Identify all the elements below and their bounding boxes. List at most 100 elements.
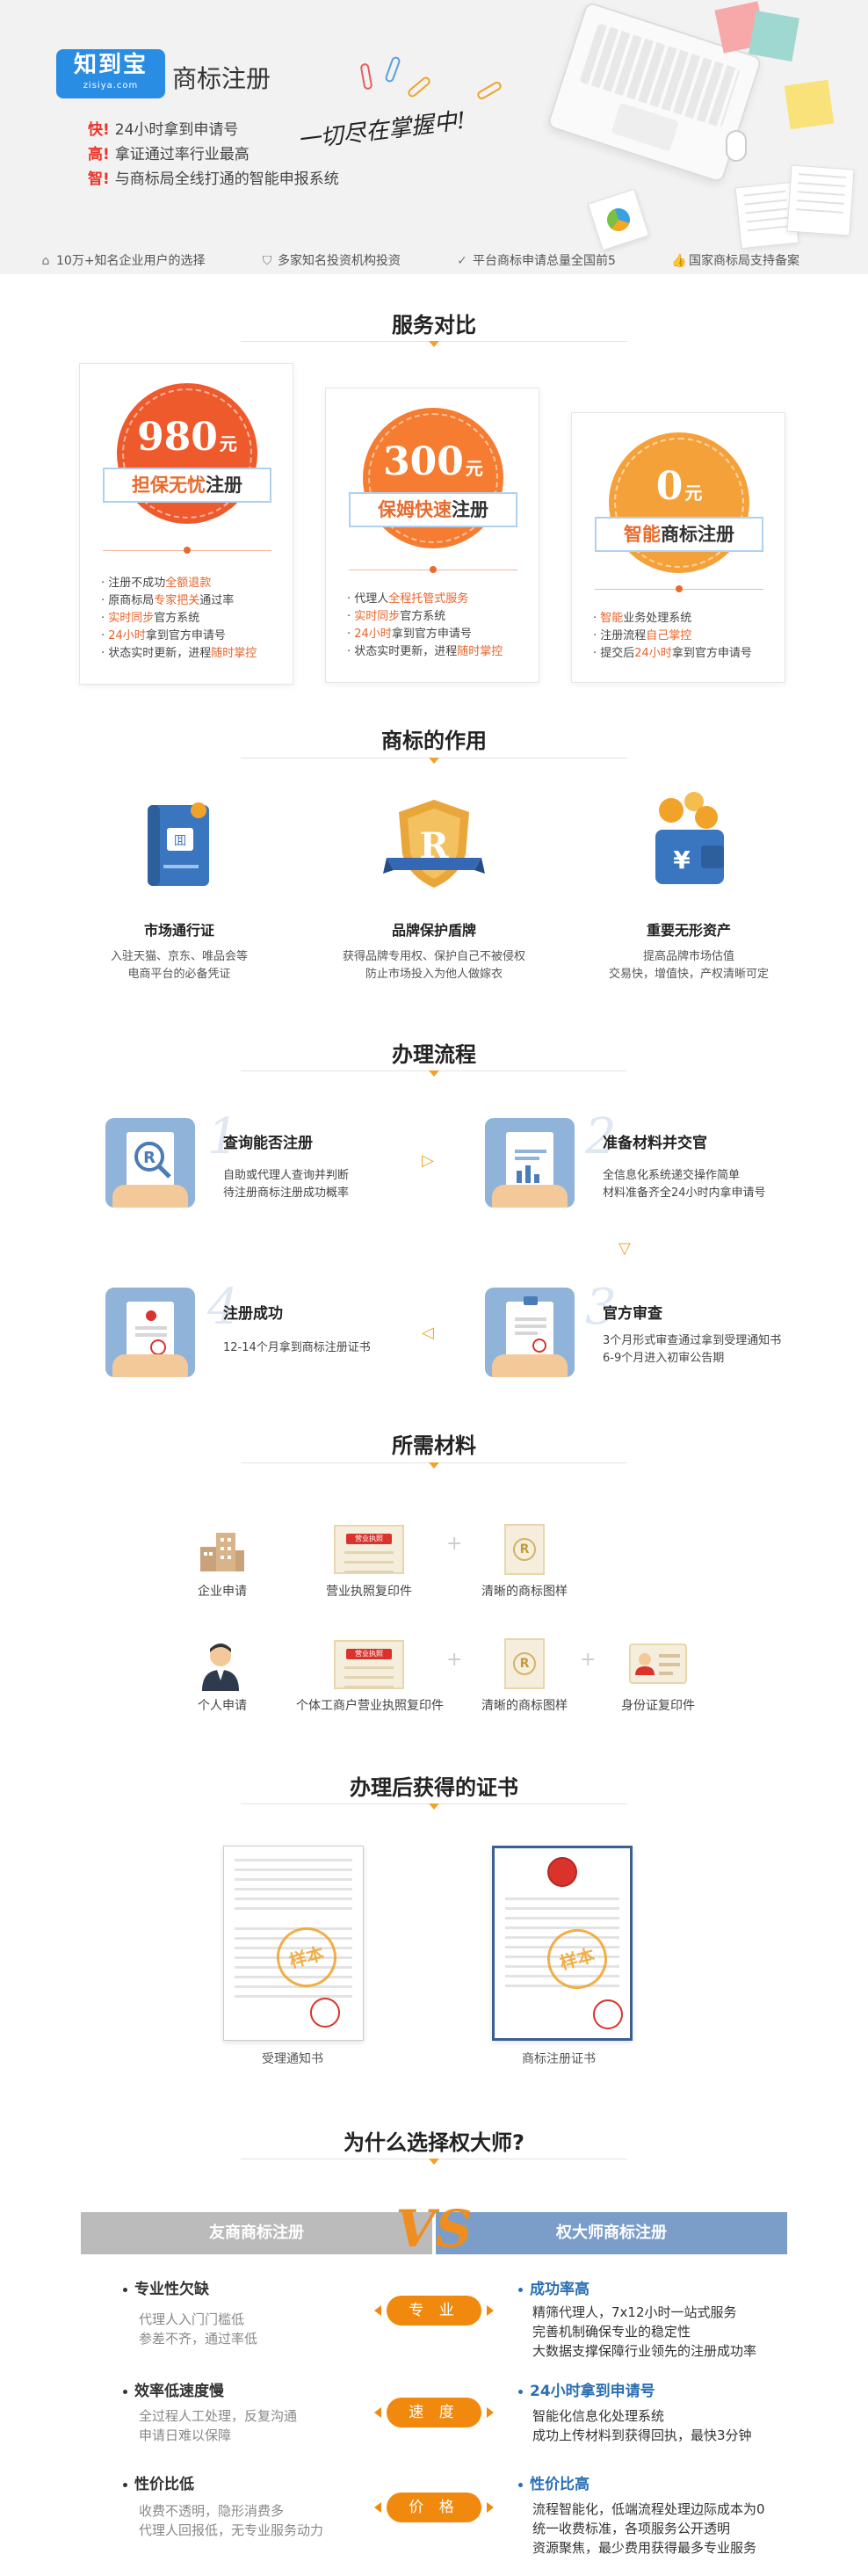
role-desc: 交易快，增值快，产权清晰可定 xyxy=(608,968,769,981)
step-desc: 12-14个月拿到商标注册证书 xyxy=(223,1341,371,1354)
trust-stat-text: 10万+知名企业用户的选择 xyxy=(56,254,206,268)
mouse-illustration xyxy=(726,130,747,162)
role-title: 市场通行证 xyxy=(143,922,214,939)
page-title: 商标注册 xyxy=(172,64,271,93)
role-item: 市场通行证 入驻天猫、京东、唯品会等 电商平台的必备凭证 xyxy=(74,918,285,983)
step-title: 注册成功 xyxy=(223,1305,283,1323)
service-feature: · 原商标局专家把关通过率 xyxy=(101,594,235,607)
our-point-desc: 智能化信息化处理系统 xyxy=(532,2408,665,2424)
document-chart-icon xyxy=(485,1118,575,1208)
material-label: 个体工商户营业执照复印件 xyxy=(296,1699,444,1713)
sticky-note-icon xyxy=(784,79,835,130)
official-seal-icon xyxy=(310,1998,340,2028)
trademark-image-icon: R xyxy=(504,1638,545,1689)
trust-stat: 👍 国家商标局支持备案 xyxy=(671,248,799,274)
service-card-980[interactable]: 980 元 担保无忧注册 · 注册不成功全额退款 · 原商标局专家把关通过率 · … xyxy=(79,363,293,685)
role-desc: 获得品牌专用权、保护自己不被侵权 xyxy=(342,950,525,963)
search-magnifier-icon: R xyxy=(105,1118,195,1208)
price-value: 980 元 xyxy=(137,415,237,460)
section-triangle-icon xyxy=(429,2159,439,2165)
selling-point: 智! 与商标局全线打通的智能申报系统 xyxy=(88,167,339,192)
service-feature: · 智能业务处理系统 xyxy=(593,612,692,625)
our-point-desc: 大数据支撑保障行业领先的注册成功率 xyxy=(532,2343,757,2359)
brand-logo[interactable]: 知到宝 zisiya.com xyxy=(56,49,165,98)
role-desc: 入驻天猫、京东、唯品会等 xyxy=(110,950,248,963)
role-title: 品牌保护盾牌 xyxy=(391,922,476,939)
role-title: 重要无形资产 xyxy=(646,922,731,939)
our-point-desc: 统一收费标准，各项服务公开透明 xyxy=(532,2521,731,2536)
card-dot xyxy=(430,566,437,573)
pie-chart-card-icon xyxy=(587,188,650,251)
service-ribbon: 保姆快速注册 xyxy=(349,492,517,527)
shield-icon: ⛉ xyxy=(262,254,272,268)
material-label: 个人申请 xyxy=(198,1699,247,1713)
service-ribbon: 担保无忧注册 xyxy=(103,468,271,503)
price-value: 300 元 xyxy=(383,439,483,484)
compare-pill-professional: 专 业 xyxy=(374,2296,494,2326)
official-seal-icon xyxy=(593,1999,623,2029)
competitor-header: 友商商标注册 xyxy=(81,2212,432,2254)
section-title-why: 为什么选择权大师? xyxy=(344,2130,524,2155)
clipboard-review-icon xyxy=(485,1288,575,1377)
service-feature-list: · 智能业务处理系统 · 注册流程自己掌控 · 提交后24小时拿到官方申请号 xyxy=(593,610,752,663)
certificate-label: 商标注册证书 xyxy=(522,2052,596,2066)
material-label: 清晰的商标图样 xyxy=(481,1699,568,1713)
paperclips-decoration xyxy=(359,55,511,109)
service-card-0[interactable]: 0元 智能商标注册 · 智能业务处理系统 · 注册流程自己掌控 · 提交后24小… xyxy=(571,412,785,683)
registration-certificate-image[interactable]: 样本 xyxy=(492,1846,633,2041)
our-point-title: 成功率高 xyxy=(518,2276,590,2298)
home-icon: ⌂ xyxy=(41,254,50,268)
id-card-icon xyxy=(629,1644,687,1687)
handwritten-slogan: 一切尽在掌握中! xyxy=(296,107,467,155)
paperclip-icon xyxy=(475,80,503,101)
competitor-point-title: 效率低速度慢 xyxy=(123,2378,224,2400)
service-feature-list: · 注册不成功全额退款 · 原商标局专家把关通过率 · 实时同步官方系统 · 2… xyxy=(101,575,257,663)
our-point-title: 24小时拿到申请号 xyxy=(518,2378,655,2400)
trust-stat-text: 平台商标申请总量全国前5 xyxy=(473,254,616,268)
shield-r-icon: R xyxy=(383,796,485,893)
hero-banner: 知到宝 zisiya.com 商标注册 快! 24小时拿到申请号 高! 拿证通过率行… xyxy=(0,0,868,274)
our-point-desc: 资源聚焦，最少费用获得最多专业服务 xyxy=(532,2540,757,2556)
service-card-300[interactable]: 300 元 保姆快速注册 · 代理人全程托管式服务 · 实时同步官方系统 · 24… xyxy=(325,388,539,683)
acceptance-notice-image[interactable]: 样本 xyxy=(223,1846,364,2041)
material-label: 身份证复印件 xyxy=(621,1699,695,1713)
competitor-point-desc: 代理人入门门槛低 xyxy=(139,2311,245,2327)
wallet-icon: ¥ xyxy=(650,791,729,889)
our-point-desc: 精筛代理人，7x12小时一站式服务 xyxy=(532,2304,737,2320)
national-emblem-icon xyxy=(547,1857,577,1887)
certificate-icon xyxy=(105,1288,195,1377)
section-triangle-icon xyxy=(429,1462,439,1469)
step-title: 准备材料并交官 xyxy=(603,1135,707,1152)
our-point-desc: 成功上传材料到获得回执，最快3分钟 xyxy=(532,2427,752,2443)
step-desc: 待注册商标注册成功概率 xyxy=(223,1186,350,1200)
trust-stats-bar: ⌂ 10万+知名企业用户的选择 ⛉ 多家知名投资机构投资 ✓ 平台商标申请总量全国前5… xyxy=(0,248,868,274)
service-feature: · 实时同步官方系统 xyxy=(101,612,200,625)
service-feature: · 代理人全程托管式服务 xyxy=(347,592,469,606)
paperclip-icon xyxy=(406,75,432,99)
section-triangle-icon xyxy=(429,1803,439,1810)
plus-icon: + xyxy=(446,1649,463,1671)
license-icon: 营业执照 xyxy=(334,1640,404,1689)
step-desc: 6-9个月进入初审公告期 xyxy=(603,1352,725,1365)
paper-sheet-illustration xyxy=(786,164,855,236)
arrow-left-icon: ◁ xyxy=(422,1324,434,1342)
competitor-point-desc: 参差不齐，通过率低 xyxy=(139,2331,258,2347)
card-dot xyxy=(184,547,191,554)
our-service-header: 权大师商标注册 xyxy=(436,2212,787,2254)
svg-text:¥: ¥ xyxy=(673,845,691,874)
competitor-point-desc: 收费不透明，隐形消费多 xyxy=(139,2503,285,2519)
section-title-certificates: 办理后获得的证书 xyxy=(350,1775,518,1800)
competitor-point-desc: 代理人回报低，无专业服务动力 xyxy=(139,2522,324,2538)
compare-pill-speed: 速 度 xyxy=(374,2398,494,2427)
our-point-title: 性价比高 xyxy=(518,2471,590,2493)
role-desc: 防止市场投入为他人做嫁衣 xyxy=(365,968,503,981)
competitor-point-desc: 申请日难以保障 xyxy=(139,2427,232,2443)
trust-stat-text: 国家商标局支持备案 xyxy=(689,254,799,268)
service-feature: · 提交后24小时拿到官方申请号 xyxy=(593,647,752,660)
card-dot xyxy=(676,585,683,592)
our-point-desc: 完善机制确保专业的稳定性 xyxy=(532,2324,691,2340)
selling-point-key: 高! xyxy=(88,146,110,163)
section-title-process: 办理流程 xyxy=(392,1042,476,1067)
plus-icon: + xyxy=(580,1649,597,1671)
step-desc: 自助或代理人查询并判断 xyxy=(223,1169,350,1182)
